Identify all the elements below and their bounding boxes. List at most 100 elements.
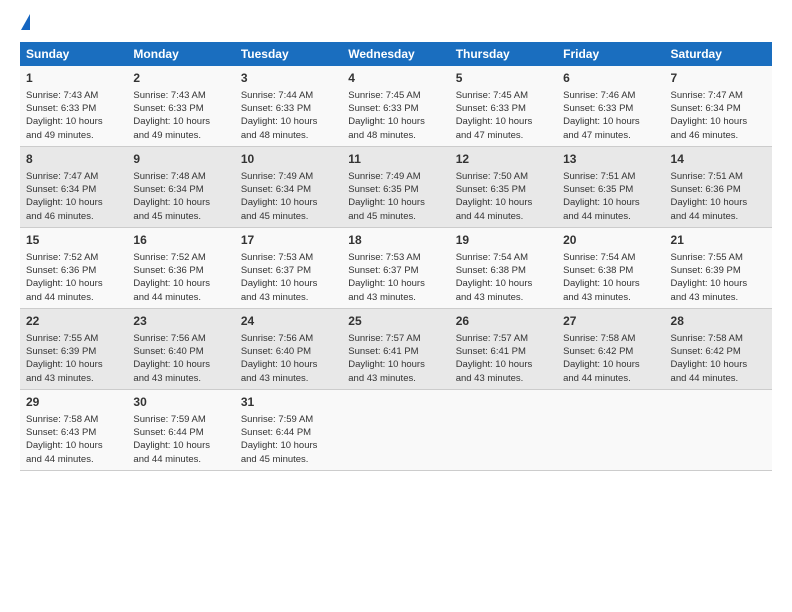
day-info: Sunrise: 7:49 AM (348, 170, 443, 183)
day-info: Daylight: 10 hours (456, 196, 551, 209)
day-info: Sunset: 6:34 PM (26, 183, 121, 196)
calendar-cell (342, 389, 449, 470)
day-info: Daylight: 10 hours (348, 115, 443, 128)
week-row-3: 15Sunrise: 7:52 AMSunset: 6:36 PMDayligh… (20, 227, 772, 308)
day-info: Daylight: 10 hours (456, 277, 551, 290)
day-info: Daylight: 10 hours (26, 358, 121, 371)
weekday-saturday: Saturday (665, 42, 772, 66)
day-info: and 45 minutes. (348, 210, 443, 223)
day-info: Sunrise: 7:57 AM (348, 332, 443, 345)
day-info: Sunrise: 7:49 AM (241, 170, 336, 183)
day-number: 31 (241, 394, 336, 411)
day-info: Sunset: 6:33 PM (133, 102, 228, 115)
day-info: Sunset: 6:36 PM (26, 264, 121, 277)
day-info: Sunset: 6:33 PM (563, 102, 658, 115)
day-info: Daylight: 10 hours (241, 358, 336, 371)
day-info: and 44 minutes. (456, 210, 551, 223)
day-info: Daylight: 10 hours (133, 277, 228, 290)
day-number: 5 (456, 70, 551, 87)
day-number: 20 (563, 232, 658, 249)
day-info: Sunset: 6:41 PM (456, 345, 551, 358)
day-info: Sunset: 6:40 PM (133, 345, 228, 358)
day-info: Sunset: 6:42 PM (563, 345, 658, 358)
day-info: Daylight: 10 hours (26, 439, 121, 452)
day-info: and 44 minutes. (563, 210, 658, 223)
weekday-wednesday: Wednesday (342, 42, 449, 66)
day-info: Sunrise: 7:58 AM (26, 413, 121, 426)
day-info: Sunset: 6:39 PM (671, 264, 766, 277)
day-info: Daylight: 10 hours (26, 277, 121, 290)
day-info: Sunset: 6:39 PM (26, 345, 121, 358)
day-number: 2 (133, 70, 228, 87)
calendar-cell: 29Sunrise: 7:58 AMSunset: 6:43 PMDayligh… (20, 389, 127, 470)
day-info: and 45 minutes. (241, 453, 336, 466)
calendar-cell: 18Sunrise: 7:53 AMSunset: 6:37 PMDayligh… (342, 227, 449, 308)
day-info: and 43 minutes. (456, 372, 551, 385)
day-info: Daylight: 10 hours (26, 115, 121, 128)
day-info: Daylight: 10 hours (563, 358, 658, 371)
calendar-cell: 5 Sunrise: 7:45 AMSunset: 6:33 PMDaylight… (450, 66, 557, 146)
day-number: 9 (133, 151, 228, 168)
day-info: Sunrise: 7:45 AM (348, 89, 443, 102)
day-info: Sunset: 6:38 PM (563, 264, 658, 277)
day-info: Daylight: 10 hours (348, 277, 443, 290)
calendar-cell (557, 389, 664, 470)
day-info: Daylight: 10 hours (456, 115, 551, 128)
calendar-cell (665, 389, 772, 470)
day-info: Sunrise: 7:56 AM (133, 332, 228, 345)
day-info: Sunrise: 7:54 AM (456, 251, 551, 264)
calendar-cell: 15 Sunrise: 7:52 AMSunset: 6:36 PMDayligh… (20, 227, 127, 308)
day-info: and 44 minutes. (133, 453, 228, 466)
day-info: Sunrise: 7:55 AM (26, 332, 121, 345)
day-info: and 43 minutes. (348, 291, 443, 304)
day-number: 26 (456, 313, 551, 330)
day-info: Daylight: 10 hours (348, 358, 443, 371)
day-number: 16 (133, 232, 228, 249)
day-info: and 44 minutes. (563, 372, 658, 385)
day-info: Sunrise: 7:43 AM (26, 89, 121, 102)
day-info: Daylight: 10 hours (563, 277, 658, 290)
calendar-cell: 8Sunrise: 7:47 AMSunset: 6:34 PMDaylight… (20, 146, 127, 227)
day-info: Sunset: 6:35 PM (348, 183, 443, 196)
day-info: Sunset: 6:36 PM (133, 264, 228, 277)
day-info: Sunrise: 7:45 AM (456, 89, 551, 102)
header (20, 16, 772, 32)
day-info: Daylight: 10 hours (26, 196, 121, 209)
day-info: Sunset: 6:33 PM (456, 102, 551, 115)
calendar-table: SundayMondayTuesdayWednesdayThursdayFrid… (20, 42, 772, 471)
day-info: Daylight: 10 hours (133, 439, 228, 452)
day-info: and 49 minutes. (26, 129, 121, 142)
day-info: Daylight: 10 hours (241, 277, 336, 290)
day-info: Sunrise: 7:52 AM (26, 251, 121, 264)
day-info: Daylight: 10 hours (241, 115, 336, 128)
day-number: 11 (348, 151, 443, 168)
day-number: 28 (671, 313, 766, 330)
day-info: and 44 minutes. (671, 210, 766, 223)
day-info: Daylight: 10 hours (241, 196, 336, 209)
day-number: 29 (26, 394, 121, 411)
day-info: Daylight: 10 hours (241, 439, 336, 452)
day-info: and 45 minutes. (133, 210, 228, 223)
day-info: and 44 minutes. (133, 291, 228, 304)
day-number: 15 (26, 232, 121, 249)
day-info: Sunrise: 7:54 AM (563, 251, 658, 264)
calendar-cell: 30Sunrise: 7:59 AMSunset: 6:44 PMDayligh… (127, 389, 234, 470)
day-number: 1 (26, 70, 121, 87)
day-info: Daylight: 10 hours (671, 196, 766, 209)
day-info: Daylight: 10 hours (133, 358, 228, 371)
day-info: Daylight: 10 hours (671, 277, 766, 290)
day-info: Daylight: 10 hours (456, 358, 551, 371)
calendar-cell: 3Sunrise: 7:44 AMSunset: 6:33 PMDaylight… (235, 66, 342, 146)
day-info: Sunset: 6:33 PM (26, 102, 121, 115)
week-row-1: 1Sunrise: 7:43 AMSunset: 6:33 PMDaylight… (20, 66, 772, 146)
day-info: Sunset: 6:34 PM (241, 183, 336, 196)
day-info: Sunrise: 7:47 AM (671, 89, 766, 102)
day-info: Sunrise: 7:51 AM (563, 170, 658, 183)
day-info: Sunrise: 7:55 AM (671, 251, 766, 264)
day-info: and 44 minutes. (26, 453, 121, 466)
day-number: 19 (456, 232, 551, 249)
page-container: SundayMondayTuesdayWednesdayThursdayFrid… (0, 0, 792, 483)
day-info: Sunset: 6:37 PM (348, 264, 443, 277)
day-info: Sunset: 6:34 PM (133, 183, 228, 196)
calendar-cell: 27Sunrise: 7:58 AMSunset: 6:42 PMDayligh… (557, 308, 664, 389)
